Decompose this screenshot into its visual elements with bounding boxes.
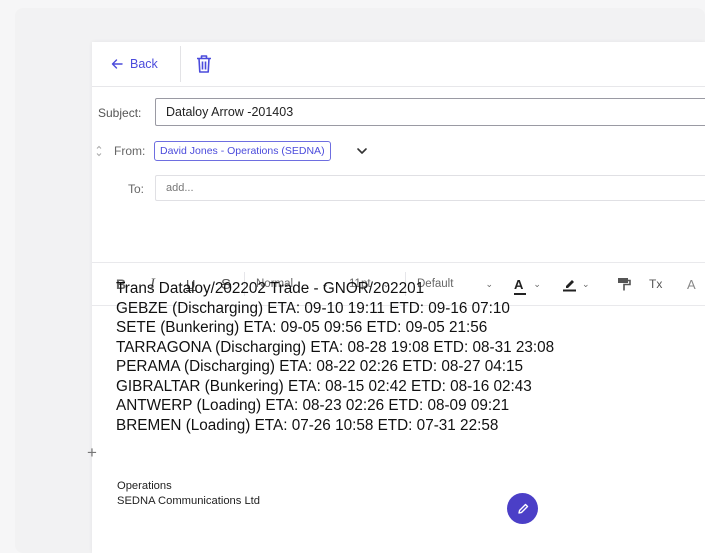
body-line: GEBZE (Discharging) ETA: 09-10 19:11 ETD… bbox=[116, 299, 510, 317]
back-button[interactable]: Back bbox=[110, 54, 158, 74]
paint-format-icon bbox=[618, 278, 631, 291]
from-row: From: David Jones - Operations (SEDNA) bbox=[92, 138, 705, 164]
body-line: GIBRALTAR (Bunkering) ETA: 08-15 02:42 E… bbox=[116, 377, 532, 395]
body-line: Trans Dataloy/202202 Trade - GNOR/202201 bbox=[116, 280, 425, 297]
topbar-divider bbox=[180, 46, 181, 82]
highlight-color-button[interactable]: ⌄ bbox=[562, 274, 590, 294]
back-label: Back bbox=[130, 57, 158, 71]
pencil-icon bbox=[517, 503, 528, 514]
to-label: To: bbox=[128, 182, 145, 196]
from-sender-chip[interactable]: David Jones - Operations (SEDNA) bbox=[154, 141, 331, 161]
body-line: BREMEN (Loading) ETA: 07-26 10:58 ETD: 0… bbox=[116, 416, 499, 434]
to-input[interactable]: add... bbox=[155, 175, 705, 201]
message-body[interactable]: Trans Dataloy/202202 Trade - GNOR/202201… bbox=[116, 279, 554, 435]
message-header: Subject: Dataloy Arrow -201403 From: Dav… bbox=[92, 87, 705, 306]
subject-row: Subject: Dataloy Arrow -201403 bbox=[92, 96, 705, 129]
signature-line: Operations bbox=[117, 480, 172, 492]
collapse-icon[interactable] bbox=[95, 145, 103, 157]
signature-line: SEDNA Communications Ltd bbox=[117, 495, 261, 507]
edit-signature-button[interactable] bbox=[507, 493, 538, 524]
highlighter-icon bbox=[563, 280, 576, 292]
subject-input[interactable]: Dataloy Arrow -201403 bbox=[155, 98, 705, 126]
body-line: PERAMA (Discharging) ETA: 08-22 02:26 ET… bbox=[116, 358, 523, 375]
chevron-down-icon: ⌄ bbox=[582, 278, 590, 289]
arrow-left-icon bbox=[111, 59, 123, 69]
top-bar: Back bbox=[92, 42, 705, 87]
body-line: SETE (Bunkering) ETA: 09-05 09:56 ETD: 0… bbox=[116, 319, 488, 336]
more-formatting-button[interactable]: A bbox=[687, 274, 696, 294]
chevron-down-icon[interactable] bbox=[356, 146, 368, 156]
body-line: TARRAGONA (Discharging) ETA: 08-28 19:08… bbox=[116, 338, 555, 356]
to-row: To: add... bbox=[92, 175, 705, 203]
format-painter-button[interactable] bbox=[617, 274, 631, 294]
signature: Operations SEDNA Communications Ltd bbox=[117, 479, 260, 509]
from-label: From: bbox=[114, 144, 146, 158]
body-line: ANTWERP (Loading) ETA: 08-23 02:26 ETD: … bbox=[116, 397, 510, 414]
delete-button[interactable] bbox=[194, 53, 214, 75]
trash-icon bbox=[197, 55, 211, 73]
subject-label: Subject: bbox=[98, 106, 142, 120]
clear-format-button[interactable]: Tx bbox=[649, 274, 662, 294]
insert-block-handle[interactable]: + bbox=[87, 444, 97, 461]
compose-panel: Back Subject: Dataloy Arrow -201403 From… bbox=[87, 42, 705, 553]
